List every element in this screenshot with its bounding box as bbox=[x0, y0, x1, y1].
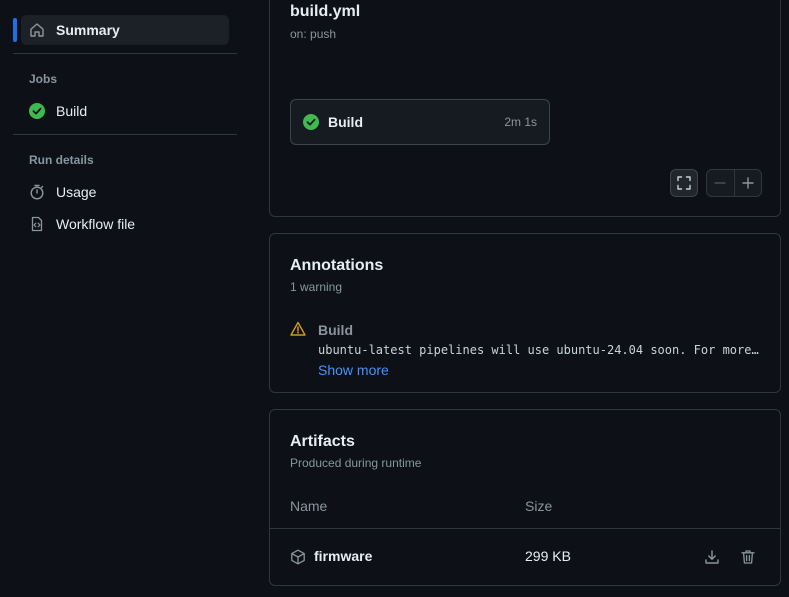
annotations-title: Annotations bbox=[290, 257, 384, 274]
zoom-out-button[interactable] bbox=[707, 170, 734, 196]
column-header-name: Name bbox=[290, 498, 328, 514]
fullscreen-button[interactable] bbox=[670, 169, 698, 197]
artifacts-card: Artifacts Produced during runtime Name S… bbox=[269, 409, 781, 586]
check-circle-icon bbox=[28, 102, 46, 120]
sidebar-item-label: Workflow file bbox=[56, 216, 136, 232]
annotations-card: Annotations 1 warning Build ubuntu-lates… bbox=[269, 233, 781, 393]
column-header-size: Size bbox=[525, 498, 553, 514]
sidebar-item-summary[interactable]: Summary bbox=[21, 15, 229, 45]
download-button[interactable] bbox=[702, 547, 722, 567]
package-icon bbox=[290, 549, 306, 565]
sidebar-item-usage[interactable]: Usage bbox=[21, 177, 229, 207]
sidebar-item-label: Build bbox=[56, 103, 88, 119]
workflow-trigger: on: push bbox=[290, 27, 337, 41]
run-details-heading: Run details bbox=[29, 153, 94, 167]
workflow-graph-card: build.yml on: push Build 2m 1s bbox=[269, 0, 781, 217]
table-row: firmware 299 KB bbox=[270, 529, 780, 585]
job-name: Build bbox=[328, 114, 363, 130]
annotation-message: ubuntu-latest pipelines will use ubuntu-… bbox=[318, 343, 762, 357]
home-icon bbox=[28, 21, 46, 39]
annotation-title: Build bbox=[318, 322, 353, 338]
workflow-name: build.yml bbox=[290, 3, 361, 20]
sidebar: Summary Jobs Build Run details Usage Wor… bbox=[0, 0, 250, 597]
job-node-build[interactable]: Build 2m 1s bbox=[290, 99, 550, 145]
job-duration: 2m 1s bbox=[504, 115, 537, 129]
download-icon bbox=[704, 549, 720, 565]
artifacts-title: Artifacts bbox=[290, 433, 355, 450]
check-circle-icon bbox=[303, 114, 319, 130]
active-indicator bbox=[13, 18, 17, 42]
artifact-name-link[interactable]: firmware bbox=[314, 548, 372, 564]
file-code-icon bbox=[28, 215, 46, 233]
artifact-size: 299 KB bbox=[525, 548, 571, 564]
sidebar-divider bbox=[13, 53, 237, 54]
delete-button[interactable] bbox=[738, 547, 758, 567]
zoom-in-button[interactable] bbox=[733, 170, 761, 196]
show-more-link[interactable]: Show more bbox=[318, 362, 389, 378]
sidebar-item-workflow-file[interactable]: Workflow file bbox=[21, 209, 229, 239]
zoom-controls bbox=[706, 169, 762, 197]
sidebar-divider bbox=[13, 134, 237, 135]
artifacts-subtitle: Produced during runtime bbox=[290, 456, 422, 470]
alert-icon bbox=[290, 321, 306, 342]
stopwatch-icon bbox=[28, 183, 46, 201]
minus-icon bbox=[714, 177, 727, 189]
sidebar-item-label: Summary bbox=[56, 22, 120, 38]
jobs-heading: Jobs bbox=[29, 72, 58, 86]
fullscreen-icon bbox=[677, 176, 691, 190]
trash-icon bbox=[740, 549, 756, 565]
sidebar-item-build[interactable]: Build bbox=[21, 96, 229, 126]
plus-icon bbox=[742, 177, 754, 189]
annotations-count: 1 warning bbox=[290, 280, 343, 294]
sidebar-item-label: Usage bbox=[56, 184, 97, 200]
